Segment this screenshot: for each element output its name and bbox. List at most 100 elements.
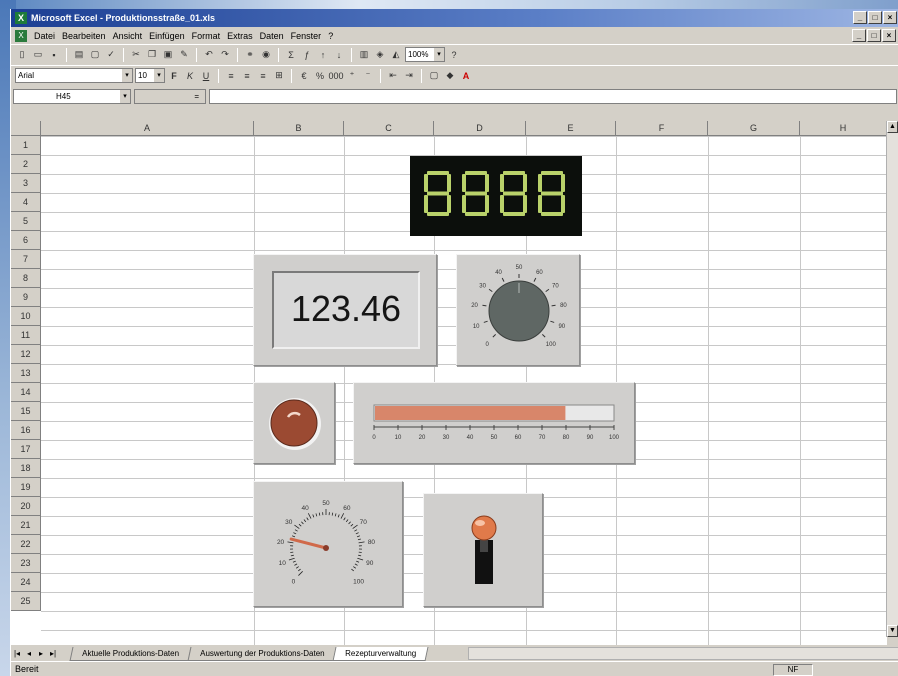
row-header[interactable]: 19 xyxy=(11,478,41,497)
function-icon[interactable]: ƒ xyxy=(300,48,314,62)
menu-item-einfuegen[interactable]: Einfügen xyxy=(149,31,185,41)
redo-icon[interactable]: ↷ xyxy=(218,48,232,62)
sort-descending-icon[interactable]: ↓ xyxy=(332,48,346,62)
row-header[interactable]: 7 xyxy=(11,250,41,269)
format-painter-icon[interactable]: ✎ xyxy=(177,48,191,62)
row-header[interactable]: 15 xyxy=(11,402,41,421)
align-center-icon[interactable]: ≡ xyxy=(240,69,254,83)
document-icon[interactable]: X xyxy=(15,29,27,42)
horizontal-scrollbar[interactable] xyxy=(467,647,898,660)
column-header-e[interactable]: E xyxy=(526,121,616,136)
merge-center-icon[interactable]: ⊞ xyxy=(272,69,286,83)
next-sheet-button[interactable]: ▸ xyxy=(35,649,47,658)
percent-icon[interactable]: % xyxy=(313,69,327,83)
column-header-g[interactable]: G xyxy=(708,121,800,136)
row-header[interactable]: 6 xyxy=(11,231,41,250)
row-header[interactable]: 22 xyxy=(11,535,41,554)
row-header[interactable]: 12 xyxy=(11,345,41,364)
row-header[interactable]: 3 xyxy=(11,174,41,193)
row-header[interactable]: 14 xyxy=(11,383,41,402)
row-header[interactable]: 18 xyxy=(11,459,41,478)
row-header[interactable]: 10 xyxy=(11,307,41,326)
font-color-icon[interactable]: A xyxy=(459,69,473,83)
office-assistant-icon[interactable]: ? xyxy=(447,48,461,62)
menu-item-datei[interactable]: Datei xyxy=(34,31,55,41)
sheet-tab-aktuelle-daten[interactable]: Aktuelle Produktions-Daten xyxy=(69,646,192,661)
row-header[interactable]: 4 xyxy=(11,193,41,212)
increase-indent-icon[interactable]: ⇥ xyxy=(402,69,416,83)
toggle-switch-control[interactable] xyxy=(423,493,543,607)
toggle-lever-icon[interactable] xyxy=(424,494,544,608)
borders-icon[interactable]: ▢ xyxy=(427,69,441,83)
font-size-select[interactable]: 10 ▾ xyxy=(135,68,165,83)
sheet-tab-auswertung[interactable]: Auswertung der Produktions-Daten xyxy=(187,646,337,661)
column-header-c[interactable]: C xyxy=(344,121,434,136)
column-header-h[interactable]: H xyxy=(800,121,887,136)
row-header[interactable]: 16 xyxy=(11,421,41,440)
increase-decimal-icon[interactable]: ⁺ xyxy=(345,69,359,83)
select-all-corner[interactable] xyxy=(11,121,41,136)
row-header[interactable]: 2 xyxy=(11,155,41,174)
menu-item-daten[interactable]: Daten xyxy=(260,31,284,41)
formula-equals-button[interactable]: = xyxy=(134,88,206,104)
seven-segment-display[interactable] xyxy=(410,156,582,236)
print-icon[interactable]: ▤ xyxy=(72,48,86,62)
hyperlink-icon[interactable]: ⚭ xyxy=(243,48,257,62)
menu-item-ansicht[interactable]: Ansicht xyxy=(113,31,143,41)
map-icon[interactable]: ◈ xyxy=(373,48,387,62)
spellcheck-icon[interactable]: ✓ xyxy=(104,48,118,62)
sheet-tab-rezepturverwaltung[interactable]: Rezepturverwaltung xyxy=(332,646,430,661)
row-header[interactable]: 21 xyxy=(11,516,41,535)
print-preview-icon[interactable]: ▢ xyxy=(88,48,102,62)
slider-bar[interactable]: 0 10 20 30 40 50 60 70 80 90 100 xyxy=(354,383,636,465)
column-header-d[interactable]: D xyxy=(434,121,526,136)
new-icon[interactable]: ▯ xyxy=(15,48,29,62)
numeric-display-control[interactable]: 123.46 xyxy=(253,254,437,366)
doc-minimize-button[interactable]: _ xyxy=(852,29,866,42)
web-toolbar-icon[interactable]: ◉ xyxy=(259,48,273,62)
paste-icon[interactable]: ▣ xyxy=(161,48,175,62)
toggle-knob[interactable] xyxy=(471,515,497,541)
align-right-icon[interactable]: ≡ xyxy=(256,69,270,83)
menu-item-format[interactable]: Format xyxy=(192,31,221,41)
doc-restore-button[interactable]: □ xyxy=(867,29,881,42)
font-name-select[interactable]: Arial ▾ xyxy=(15,68,133,83)
row-header[interactable]: 24 xyxy=(11,573,41,592)
row-header[interactable]: 11 xyxy=(11,326,41,345)
vertical-scrollbar[interactable]: ▲ ▼ xyxy=(886,121,898,637)
column-header-a[interactable]: A xyxy=(41,121,254,136)
prev-sheet-button[interactable]: ◂ xyxy=(23,649,35,658)
menu-item-extras[interactable]: Extras xyxy=(227,31,253,41)
menu-item-bearbeiten[interactable]: Bearbeiten xyxy=(62,31,106,41)
column-header-f[interactable]: F xyxy=(616,121,708,136)
currency-icon[interactable]: € xyxy=(297,69,311,83)
italic-icon[interactable]: K xyxy=(183,69,197,83)
open-icon[interactable]: ▭ xyxy=(31,48,45,62)
save-icon[interactable]: ▪ xyxy=(47,48,61,62)
name-box[interactable]: H45 ▾ xyxy=(13,88,131,104)
menu-item-help[interactable]: ? xyxy=(328,31,333,41)
undo-icon[interactable]: ↶ xyxy=(202,48,216,62)
row-header[interactable]: 17 xyxy=(11,440,41,459)
sort-ascending-icon[interactable]: ↑ xyxy=(316,48,330,62)
formula-input[interactable] xyxy=(209,88,897,104)
row-header[interactable]: 13 xyxy=(11,364,41,383)
row-header[interactable]: 8 xyxy=(11,269,41,288)
rotary-knob[interactable]: 0 10 20 30 40 50 60 70 80 90 100 xyxy=(457,255,581,367)
menu-item-fenster[interactable]: Fenster xyxy=(291,31,322,41)
bold-icon[interactable]: F xyxy=(167,69,181,83)
fill-color-icon[interactable]: ◆ xyxy=(443,69,457,83)
zoom-select[interactable]: 100% ▾ xyxy=(405,47,445,62)
rotary-knob-control[interactable]: 0 10 20 30 40 50 60 70 80 90 100 xyxy=(456,254,580,366)
copy-icon[interactable]: ❐ xyxy=(145,48,159,62)
cut-icon[interactable]: ✂ xyxy=(129,48,143,62)
underline-icon[interactable]: U xyxy=(199,69,213,83)
first-sheet-button[interactable]: |◂ xyxy=(11,649,23,658)
row-header[interactable]: 23 xyxy=(11,554,41,573)
decrease-indent-icon[interactable]: ⇤ xyxy=(386,69,400,83)
analog-gauge-control[interactable]: 0 10 20 30 40 50 60 70 80 90 100 xyxy=(253,481,403,607)
row-header[interactable]: 20 xyxy=(11,497,41,516)
column-header-b[interactable]: B xyxy=(254,121,344,136)
chart-wizard-icon[interactable]: ▥ xyxy=(357,48,371,62)
row-header[interactable]: 1 xyxy=(11,136,41,155)
